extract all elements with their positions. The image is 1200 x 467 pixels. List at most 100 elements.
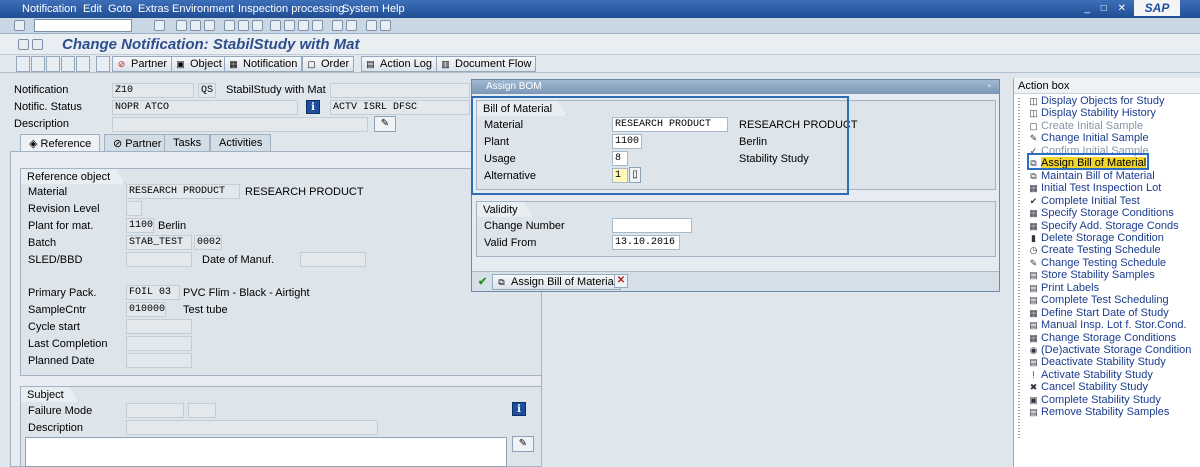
- action-create-testing-schedule[interactable]: ◷ Create Testing Schedule: [1028, 244, 1161, 256]
- action-print-labels[interactable]: ▤ Print Labels: [1028, 282, 1099, 294]
- last-completion-field[interactable]: [126, 336, 192, 351]
- last-page-icon[interactable]: [312, 20, 323, 31]
- primary-pack-field[interactable]: FOIL 03: [126, 285, 180, 300]
- partner-button[interactable]: ⊘ Partner: [112, 56, 173, 72]
- action-store-stability-samples[interactable]: ▤ Store Stability Samples: [1028, 269, 1154, 281]
- subject-long-text-area[interactable]: [25, 437, 507, 467]
- tool-icon-5[interactable]: [76, 56, 90, 72]
- tool-icon-6[interactable]: [96, 56, 110, 72]
- shortcut-icon[interactable]: [346, 20, 357, 31]
- assign-bom-button[interactable]: ⧉ Assign Bill of Material: [492, 274, 622, 290]
- failure-mode-info-icon[interactable]: i: [512, 402, 526, 416]
- confirm-check-icon[interactable]: ✔: [478, 275, 487, 288]
- date-manuf-field[interactable]: [300, 252, 366, 267]
- command-field[interactable]: [34, 19, 132, 32]
- change-number-field[interactable]: [612, 218, 692, 233]
- status-info-icon[interactable]: i: [306, 100, 320, 114]
- menu-help[interactable]: Help: [382, 3, 405, 15]
- tool-icon-4[interactable]: [61, 56, 75, 72]
- help-icon[interactable]: [366, 20, 377, 31]
- subject-description-field[interactable]: [126, 420, 378, 435]
- other-notification-icon[interactable]: [32, 39, 43, 50]
- action-complete-test-scheduling[interactable]: ▤ Complete Test Scheduling: [1028, 294, 1168, 306]
- menu-environment[interactable]: Environment: [172, 3, 234, 15]
- cancel-x-icon[interactable]: ✕: [614, 274, 628, 288]
- tool-icon-2[interactable]: [31, 56, 45, 72]
- action-create-initial-sample[interactable]: ▢ Create Initial Sample: [1028, 120, 1143, 132]
- action-log-button[interactable]: ▤ Action Log: [361, 56, 437, 72]
- order-button[interactable]: ▢ Order: [302, 56, 355, 72]
- action-specify-storage-conditions[interactable]: ▦ Specify Storage Conditions: [1028, 207, 1173, 219]
- action-define-start-date-of-study[interactable]: ▦ Define Start Date of Study: [1028, 307, 1169, 319]
- notification-qs-field[interactable]: QS: [198, 83, 216, 98]
- action-de-activate-storage-condition[interactable]: ◉ (De)activate Storage Condition: [1028, 344, 1192, 356]
- planned-date-field[interactable]: [126, 353, 192, 368]
- action-activate-stability-study[interactable]: ! Activate Stability Study: [1028, 369, 1153, 381]
- material-field[interactable]: RESEARCH PRODUCT: [126, 184, 240, 199]
- batch-field[interactable]: STAB_TEST: [126, 235, 192, 250]
- description-field[interactable]: [112, 117, 368, 132]
- action-cancel-stability-study[interactable]: ✖ Cancel Stability Study: [1028, 381, 1148, 393]
- dialog-close-icon[interactable]: ▫: [987, 80, 991, 94]
- notification-button[interactable]: ▦ Notification: [224, 56, 303, 72]
- batch-field-2[interactable]: 0002: [194, 235, 222, 250]
- action-maintain-bill-of-material[interactable]: ⧉ Maintain Bill of Material: [1028, 170, 1154, 182]
- menu-inspection-processing[interactable]: Inspection processing: [238, 3, 344, 15]
- status-field-2[interactable]: ACTV ISRL DFSC: [330, 100, 470, 115]
- action-remove-stability-samples[interactable]: ▤ Remove Stability Samples: [1028, 406, 1169, 418]
- new-session-icon[interactable]: [332, 20, 343, 31]
- menu-extras[interactable]: Extras: [138, 3, 169, 15]
- tab-tasks[interactable]: Tasks: [164, 134, 211, 151]
- prev-page-icon[interactable]: [284, 20, 295, 31]
- menu-notification[interactable]: Notification: [22, 3, 76, 15]
- menu-goto[interactable]: Goto: [108, 3, 132, 15]
- action-change-storage-conditions[interactable]: ▦ Change Storage Conditions: [1028, 332, 1176, 344]
- action-display-objects-for-study[interactable]: ◫ Display Objects for Study: [1028, 95, 1164, 107]
- first-page-icon[interactable]: [270, 20, 281, 31]
- action-delete-storage-condition[interactable]: ▮ Delete Storage Condition: [1028, 232, 1164, 244]
- action-change-initial-sample[interactable]: ✎ Change Initial Sample: [1028, 132, 1149, 144]
- status-field[interactable]: NOPR ATCO: [112, 100, 298, 115]
- failure-mode-field[interactable]: [126, 403, 184, 418]
- action-display-stability-history[interactable]: ◫ Display Stability History: [1028, 107, 1156, 119]
- cycle-start-field[interactable]: [126, 319, 192, 334]
- print-icon[interactable]: [224, 20, 235, 31]
- action-specify-add-storage-conds[interactable]: ▦ Specify Add. Storage Conds: [1028, 220, 1178, 232]
- find-icon[interactable]: [238, 20, 249, 31]
- layout-icon[interactable]: [380, 20, 391, 31]
- notification-type-field[interactable]: Z10: [112, 83, 194, 98]
- window-controls[interactable]: _ □ ✕: [1084, 3, 1130, 14]
- action-manual-insp-lot-f-stor-cond[interactable]: ▤ Manual Insp. Lot f. Stor.Cond.: [1028, 319, 1186, 331]
- back-icon[interactable]: [176, 20, 187, 31]
- action-complete-initial-test[interactable]: ✔ Complete Initial Test: [1028, 195, 1140, 207]
- tab-partner[interactable]: ⊘ Partner: [104, 134, 171, 151]
- cancel-icon[interactable]: [204, 20, 215, 31]
- display-change-icon[interactable]: [18, 39, 29, 50]
- save-icon[interactable]: [154, 20, 165, 31]
- sample-cntr-field[interactable]: 010000: [126, 302, 166, 317]
- sled-field[interactable]: [126, 252, 192, 267]
- action-change-testing-schedule[interactable]: ✎ Change Testing Schedule: [1028, 257, 1166, 269]
- plant-field[interactable]: 1100: [126, 218, 154, 233]
- action-deactivate-stability-study[interactable]: ▤ Deactivate Stability Study: [1028, 356, 1166, 368]
- action-complete-stability-study[interactable]: ▣ Complete Stability Study: [1028, 394, 1161, 406]
- menu-edit[interactable]: Edit: [83, 3, 102, 15]
- failure-mode-field-2[interactable]: [188, 403, 216, 418]
- tab-reference[interactable]: ◈ Reference: [20, 134, 101, 152]
- object-button[interactable]: ▣ Object: [171, 56, 227, 72]
- action-initial-test-inspection-lot[interactable]: ▦ Initial Test Inspection Lot: [1028, 182, 1161, 194]
- tab-activities[interactable]: Activities: [210, 134, 272, 151]
- tool-icon-1[interactable]: [16, 56, 30, 72]
- next-page-icon[interactable]: [298, 20, 309, 31]
- exit-icon[interactable]: [190, 20, 201, 31]
- revision-field[interactable]: [126, 201, 142, 216]
- tool-icon-3[interactable]: [46, 56, 60, 72]
- long-text-edit-icon[interactable]: ✎: [374, 116, 396, 132]
- menu-system[interactable]: System: [342, 3, 379, 15]
- notification-extra-field[interactable]: [330, 83, 470, 98]
- document-flow-button[interactable]: ▥ Document Flow: [436, 56, 537, 72]
- subject-edit-icon[interactable]: ✎: [512, 436, 534, 452]
- valid-from-field[interactable]: 13.10.2016: [612, 235, 680, 250]
- find-next-icon[interactable]: [252, 20, 263, 31]
- enter-icon[interactable]: [14, 20, 25, 31]
